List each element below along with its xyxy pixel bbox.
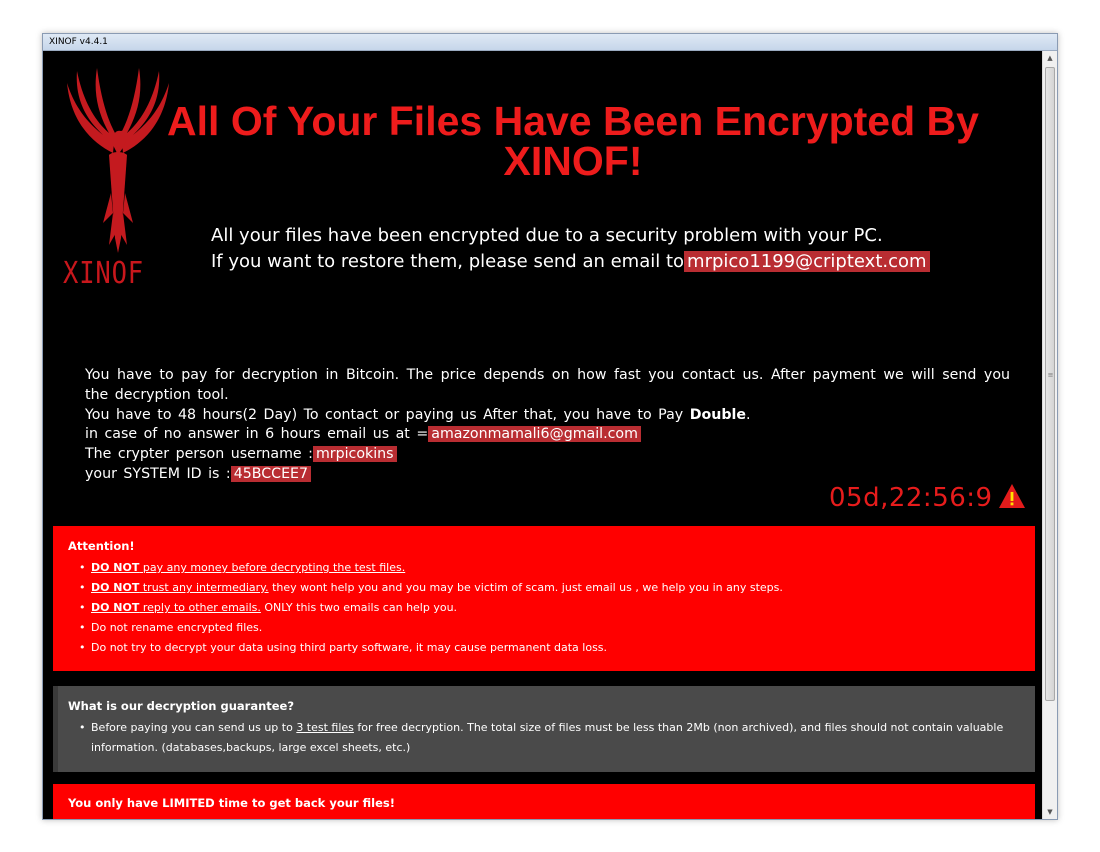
system-id-line: your SYSTEM ID is :45BCCEE7: [85, 465, 1010, 485]
warning-text: they wont help you and you may be victim…: [268, 581, 783, 594]
double-emphasis: Double: [689, 406, 746, 423]
username-label: The crypter person username :: [85, 446, 313, 463]
system-id-label: your SYSTEM ID is :: [85, 465, 231, 482]
warning-text: Do not rename encrypted files.: [91, 621, 263, 634]
list-item: DO NOT pay any money before decrypting t…: [77, 558, 1025, 578]
guarantee-panel: What is our decryption guarantee? Before…: [53, 686, 1035, 772]
intro-line-2-text: If you want to restore them, please send…: [211, 251, 685, 272]
warning-link[interactable]: trust any intermediary.: [139, 581, 269, 594]
list-item: Do not try to decrypt your data using th…: [77, 638, 1025, 658]
warning-bold: DO NOT: [91, 561, 140, 574]
list-item: Do not rename encrypted files.: [77, 618, 1025, 638]
logo-text: XINOF: [62, 256, 145, 291]
list-item: Before paying you can send us up to 3 te…: [77, 718, 1025, 758]
warning-icon: [999, 484, 1025, 508]
window-title: XINOF v4.4.1: [49, 37, 108, 47]
crypter-username[interactable]: mrpicokins: [312, 446, 397, 463]
attention-title: Attention!: [68, 539, 135, 553]
intro-message: All your files have been encrypted due t…: [211, 223, 1011, 275]
warning-link[interactable]: pay any money before decrypting the test…: [139, 561, 405, 574]
guarantee-list: Before paying you can send us up to 3 te…: [77, 718, 1025, 758]
guarantee-title: What is our decryption guarantee?: [68, 699, 295, 713]
contact-email-primary[interactable]: mrpico1199@criptext.com: [684, 251, 930, 272]
deadline-paragraph: You have to 48 hours(2 Day) To contact o…: [85, 406, 1010, 426]
username-line: The crypter person username : mrpicokins: [85, 445, 1010, 465]
ransom-content[interactable]: XINOF All Of Your Files Have Been Encryp…: [43, 51, 1041, 819]
list-item: DO NOT trust any intermediary. they wont…: [77, 578, 1025, 598]
ransom-headline: All Of Your Files Have Been Encrypted By…: [167, 98, 979, 184]
warning-text: Do not try to decrypt your data using th…: [91, 641, 608, 654]
contact-email-backup[interactable]: amazonmamali6@gmail.com: [428, 426, 641, 443]
warning-bold: DO NOT: [91, 601, 140, 614]
scroll-thumb[interactable]: ≡: [1045, 67, 1055, 701]
window-titlebar: XINOF v4.4.1: [43, 34, 1057, 51]
scroll-up-arrow-icon[interactable]: ▲: [1043, 51, 1057, 65]
payment-paragraph: You have to pay for decryption in Bitcoi…: [85, 367, 1010, 403]
deadline-period: .: [745, 406, 751, 423]
scroll-down-arrow-icon[interactable]: ▼: [1043, 805, 1057, 819]
ransom-window: XINOF v4.4.1 XINOF All Of Your Files Hav…: [42, 33, 1058, 820]
system-id-value[interactable]: 45BCCEE7: [230, 465, 312, 482]
payment-details: You have to pay for decryption in Bitcoi…: [85, 366, 1010, 485]
attention-panel: Attention! DO NOT pay any money before d…: [53, 526, 1035, 671]
deadline-text: You have to 48 hours(2 Day) To contact o…: [85, 406, 684, 423]
countdown-timer: 05d,22:56:9: [829, 483, 993, 513]
vertical-scrollbar[interactable]: ▲ ≡ ▼: [1042, 51, 1057, 819]
list-item: DO NOT reply to other emails. ONLY this …: [77, 598, 1025, 618]
guarantee-text: Before paying you can send us up to: [91, 721, 297, 734]
backup-email-line: in case of no answer in 6 hours email us…: [85, 425, 1010, 445]
test-files-link[interactable]: 3 test files: [296, 721, 354, 734]
warning-link[interactable]: reply to other emails.: [139, 601, 261, 614]
intro-line-2: If you want to restore them, please send…: [211, 249, 1011, 275]
limited-time-title: You only have LIMITED time to get back y…: [68, 796, 395, 810]
warning-bold: DO NOT: [91, 581, 140, 594]
attention-list: DO NOT pay any money before decrypting t…: [77, 558, 1025, 658]
intro-line-1: All your files have been encrypted due t…: [211, 225, 883, 246]
limited-time-panel: You only have LIMITED time to get back y…: [53, 784, 1035, 819]
backup-email-label: in case of no answer in 6 hours email us…: [85, 426, 429, 443]
grip-icon: ≡: [1047, 371, 1054, 379]
warning-text: ONLY this two emails can help you.: [260, 601, 458, 614]
